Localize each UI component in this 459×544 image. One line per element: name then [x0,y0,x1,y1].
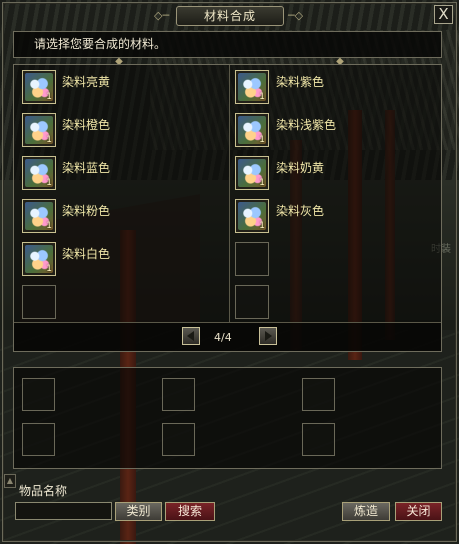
category-button[interactable]: 类别 [115,502,162,521]
material-list: 1 染料亮黄 1 染料橙色 1 染料蓝色 1 染料粉色 1 染料白色 1 染料紫… [13,64,442,352]
item-count: 1 [46,135,52,145]
material-slot[interactable]: 1 [235,113,269,147]
next-page-button[interactable] [259,327,277,345]
material-slot[interactable]: 1 [235,156,269,190]
material-slot[interactable]: 1 [22,199,56,233]
instruction-text: 请选择您要合成的材料。 [13,31,442,58]
side-expand-tab[interactable]: ▲ [4,474,16,488]
close-button[interactable]: 关闭 [395,502,442,521]
synthesis-slot[interactable] [302,423,335,456]
material-slot[interactable]: 1 [22,70,56,104]
material-slot[interactable]: 1 [22,156,56,190]
empty-material-slot[interactable] [235,242,269,276]
material-slot[interactable]: 1 [22,242,56,276]
column-divider [229,65,230,322]
material-name[interactable]: 染料蓝色 [62,161,110,175]
material-name[interactable]: 染料橙色 [62,118,110,132]
synthesis-slot[interactable] [302,378,335,411]
forge-button[interactable]: 炼造 [342,502,390,521]
item-count: 1 [259,178,265,188]
material-name[interactable]: 染料浅紫色 [276,118,336,132]
synthesis-slot[interactable] [162,423,195,456]
material-slot[interactable]: 1 [22,113,56,147]
material-slot[interactable]: 1 [235,70,269,104]
triangle-right-icon [265,331,272,341]
material-name[interactable]: 染料紫色 [276,75,324,89]
page-indicator: 4/4 [214,331,232,344]
title-ornament-right: ─◇ [288,9,304,22]
synthesis-slot[interactable] [22,423,55,456]
material-name[interactable]: 染料粉色 [62,204,110,218]
item-name-input[interactable] [15,502,112,520]
synthesis-slot-area [13,367,442,469]
empty-material-slot[interactable] [235,285,269,319]
material-name[interactable]: 染料灰色 [276,204,324,218]
search-button[interactable]: 搜索 [165,502,215,521]
synthesis-slot[interactable] [162,378,195,411]
item-count: 1 [259,135,265,145]
prev-page-button[interactable] [182,327,200,345]
item-count: 1 [259,221,265,231]
empty-material-slot[interactable] [22,285,56,319]
window-title: 材料合成 [176,6,284,26]
synthesis-slot[interactable] [22,378,55,411]
title-ornament-left: ◇─ [154,9,170,22]
material-name[interactable]: 染料奶黄 [276,161,324,175]
close-icon[interactable]: X [434,5,453,24]
item-count: 1 [259,92,265,102]
material-name[interactable]: 染料亮黄 [62,75,110,89]
item-name-label: 物品名称 [19,484,68,498]
item-count: 1 [46,178,52,188]
material-name[interactable]: 染料白色 [62,247,110,261]
item-count: 1 [46,221,52,231]
item-count: 1 [46,264,52,274]
material-slot[interactable]: 1 [235,199,269,233]
item-count: 1 [46,92,52,102]
triangle-left-icon [187,331,194,341]
